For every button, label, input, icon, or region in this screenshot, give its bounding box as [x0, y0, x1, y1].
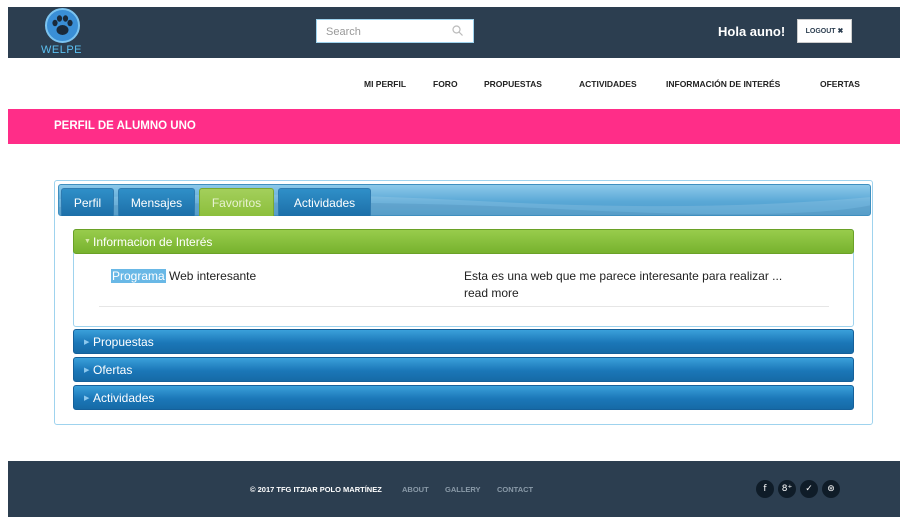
tab-favoritos[interactable]: Favoritos [199, 188, 274, 216]
footer-link-gallery[interactable]: GALLERY [445, 485, 481, 494]
tab-actividades[interactable]: Actividades [278, 188, 371, 216]
page-banner: PERFIL DE ALUMNO UNO [8, 109, 900, 144]
twitter-icon[interactable]: ✓ [800, 480, 818, 498]
facebook-icon[interactable]: f [756, 480, 774, 498]
caret-down-icon: ▼ [84, 238, 91, 245]
footer: © 2017 TFG ITZIAR POLO MARTÍNEZ ABOUT GA… [8, 461, 900, 517]
user-greeting: Hola auno! [718, 24, 786, 39]
copyright-text: © 2017 TFG ITZIAR POLO MARTÍNEZ [250, 485, 382, 494]
nav-informacion-de-interes[interactable]: INFORMACIÓN DE INTERÉS [666, 79, 780, 89]
accordion-header-actividades[interactable]: ▶ Actividades [73, 385, 854, 410]
caret-right-icon: ▶ [84, 367, 90, 374]
caret-right-icon: ▶ [84, 339, 90, 346]
main-nav: MI PERFIL FORO PROPUESTAS ACTIVIDADES IN… [0, 79, 906, 91]
search-input[interactable] [317, 21, 442, 43]
read-more-link[interactable]: read more [464, 286, 519, 300]
search-box [316, 19, 474, 43]
accordion-label: Actividades [93, 391, 155, 405]
nav-ofertas[interactable]: OFERTAS [820, 79, 860, 89]
nav-actividades[interactable]: ACTIVIDADES [579, 79, 637, 89]
list-item: Programa Web interesante Esta es una web… [99, 265, 829, 307]
nav-propuestas[interactable]: PROPUESTAS [484, 79, 542, 89]
nav-foro[interactable]: FORO [433, 79, 458, 89]
caret-right-icon: ▶ [84, 395, 90, 402]
accordion-header-propuestas[interactable]: ▶ Propuestas [73, 329, 854, 354]
page-title: PERFIL DE ALUMNO UNO [54, 120, 196, 132]
profile-panel: Perfil Mensajes Favoritos Actividades ▼ … [54, 180, 873, 425]
item-title-rest: Web interesante [165, 269, 257, 283]
dribbble-icon[interactable]: ⊛ [822, 480, 840, 498]
welpe-logo[interactable]: WELPE [41, 8, 87, 56]
tab-mensajes[interactable]: Mensajes [118, 188, 195, 216]
google-plus-icon[interactable]: 8⁺ [778, 480, 796, 498]
tab-perfil[interactable]: Perfil [61, 188, 114, 216]
logout-button[interactable]: LOGOUT ✖ [797, 19, 852, 43]
item-title-highlight: Programa [111, 269, 166, 283]
paw-icon [45, 8, 80, 43]
item-title[interactable]: Programa Web interesante [111, 269, 256, 283]
item-description: Esta es una web que me parece interesant… [464, 269, 783, 283]
accordion-header-informacion[interactable]: ▼ Informacion de Interés [73, 229, 854, 254]
logo-text: WELPE [41, 44, 83, 56]
accordion-label: Propuestas [93, 335, 154, 349]
footer-link-contact[interactable]: CONTACT [497, 485, 533, 494]
search-icon[interactable] [452, 25, 463, 36]
top-bar: WELPE Hola auno! LOGOUT ✖ [8, 7, 900, 58]
accordion-header-ofertas[interactable]: ▶ Ofertas [73, 357, 854, 382]
nav-mi-perfil[interactable]: MI PERFIL [364, 79, 406, 89]
accordion-label: Informacion de Interés [93, 235, 213, 249]
footer-link-about[interactable]: ABOUT [402, 485, 429, 494]
accordion-label: Ofertas [93, 363, 133, 377]
